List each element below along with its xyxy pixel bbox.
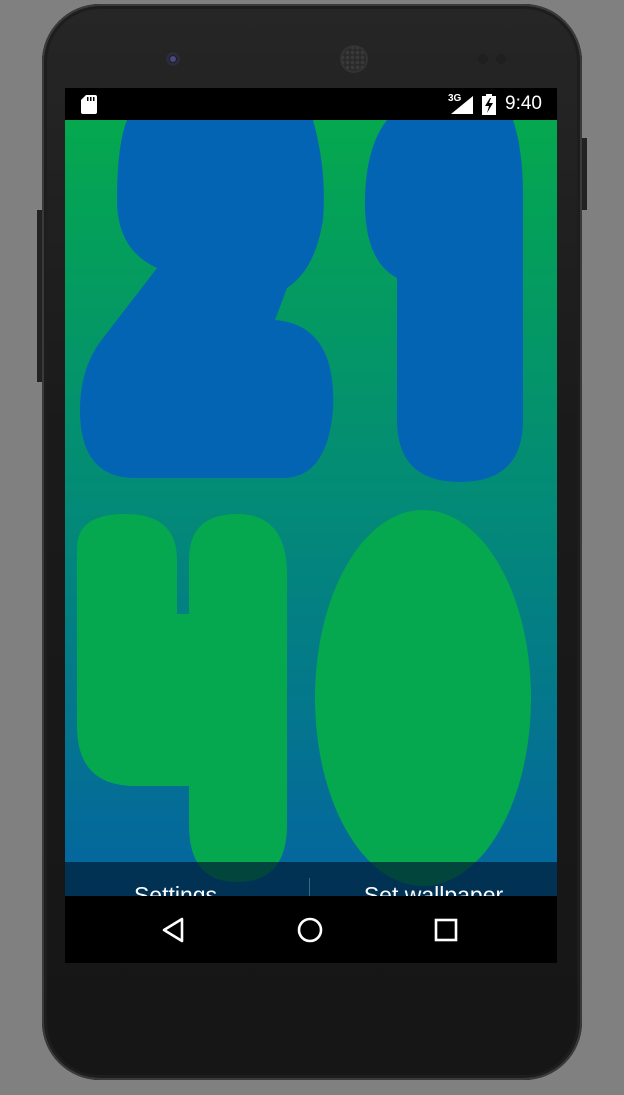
status-clock: 9:40 — [505, 93, 542, 114]
screen: 3G 9:40 Settings… Set wallpaper — [65, 88, 557, 963]
earpiece-speaker — [340, 45, 368, 73]
home-icon[interactable] — [284, 906, 336, 954]
volume-button — [37, 210, 42, 382]
back-icon[interactable] — [147, 906, 199, 954]
set-wallpaper-button[interactable]: Set wallpaper — [310, 862, 557, 897]
signal-icon — [451, 96, 473, 114]
wallpaper-action-bar: Settings… Set wallpaper — [65, 862, 557, 897]
front-camera — [166, 52, 180, 66]
status-bar: 3G 9:40 — [65, 88, 557, 120]
digit-1 — [364, 120, 523, 482]
digit-4 — [77, 514, 287, 882]
clock-wallpaper-preview: Settings… Set wallpaper — [65, 120, 557, 897]
light-sensor — [496, 54, 506, 64]
settings-button[interactable]: Settings… — [65, 862, 309, 897]
navigation-bar — [65, 896, 557, 963]
power-button — [582, 138, 587, 210]
recents-icon[interactable] — [420, 906, 472, 954]
proximity-sensor — [478, 54, 488, 64]
battery-charging-icon — [482, 94, 496, 115]
digit-2 — [80, 120, 334, 478]
digit-0 — [315, 510, 531, 886]
sd-card-icon — [81, 95, 97, 114]
